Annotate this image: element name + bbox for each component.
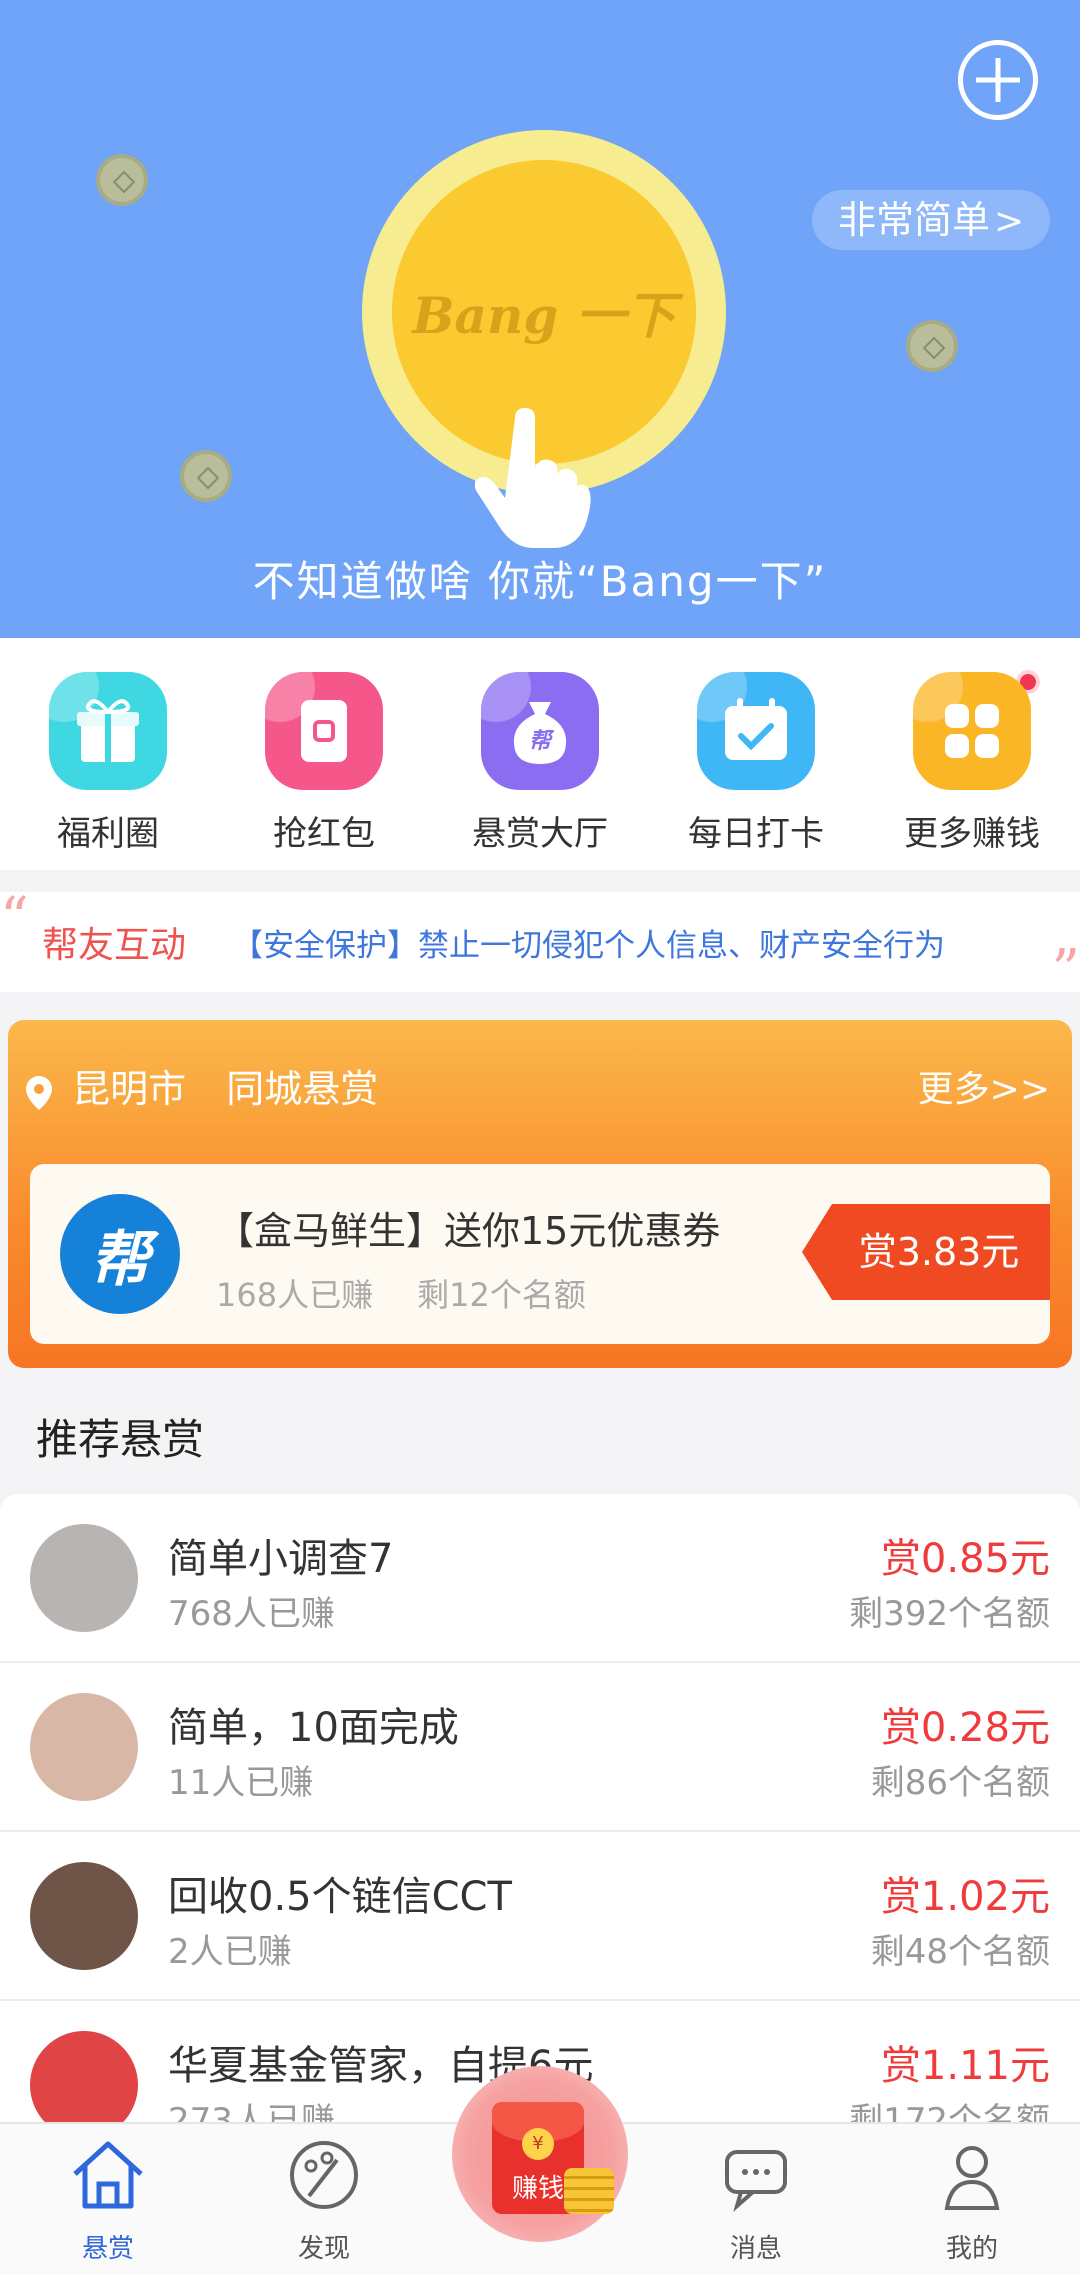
location-pin-icon — [26, 1075, 52, 1110]
quick-action-more-earning[interactable]: 更多赚钱 — [864, 670, 1080, 855]
list-item-title: 回收0.5个链信CCT — [168, 1874, 512, 1920]
local-reward-section: 昆明市 同城悬赏 更多>> 帮 【盒马鲜生】送你15元优惠券 168人已赚 剩12… — [8, 1020, 1072, 1368]
tab-label: 我的 — [945, 2234, 998, 2264]
quick-action-label: 悬赏大厅 — [472, 814, 608, 854]
red-packet-icon — [265, 672, 383, 790]
notice-title: 帮友互动 — [42, 925, 187, 966]
quick-action-red-packet[interactable]: 抢红包 — [216, 672, 432, 855]
local-card-remaining: 剩12个名额 — [417, 1276, 586, 1314]
local-card-title: 【盒马鲜生】送你15元优惠券 — [216, 1209, 721, 1253]
pointing-hand-icon — [475, 408, 591, 548]
coin-icon — [906, 320, 958, 372]
hero-banner[interactable]: 非常简单 > Bang 一下 不知道做啥 你就“Bang一下” — [0, 0, 1080, 638]
list-item-reward: 赏1.11元 — [880, 2043, 1050, 2089]
local-more-link[interactable]: 更多>> — [918, 1060, 1050, 1112]
list-item-earned: 11人已赚 — [168, 1763, 314, 1803]
list-item-remaining: 剩392个名额 — [849, 1594, 1050, 1634]
recommend-title: 推荐悬赏 — [36, 1415, 205, 1464]
tab-label: 消息 — [729, 2234, 782, 2264]
add-button[interactable] — [958, 40, 1038, 120]
quick-action-label: 抢红包 — [273, 814, 375, 854]
list-item-reward: 赏0.85元 — [880, 1536, 1050, 1582]
avatar — [30, 1524, 138, 1632]
avatar — [30, 1693, 138, 1801]
local-reward-card[interactable]: 帮 【盒马鲜生】送你15元优惠券 168人已赚 剩12个名额 赏3.83元 — [30, 1164, 1050, 1344]
quick-action-label: 更多赚钱 — [904, 814, 1040, 854]
list-item[interactable]: 简单，10面完成 11人已赚 赏0.28元 剩86个名额 — [0, 1663, 1080, 1832]
simple-guide-pill[interactable]: 非常简单 > — [812, 190, 1051, 250]
list-item-reward: 赏0.28元 — [880, 1705, 1050, 1751]
local-card-stats: 168人已赚 剩12个名额 — [216, 1270, 586, 1316]
quick-actions: 福利圈 抢红包 帮 悬赏大厅 每日打卡 更多赚钱 — [0, 638, 1080, 870]
local-section-title: 同城悬赏 — [226, 1067, 379, 1111]
list-item-remaining: 剩48个名额 — [870, 1932, 1050, 1972]
tab-me[interactable]: 我的 — [892, 2130, 1052, 2265]
notice-bar[interactable]: “ 帮友互动 【安全保护】禁止一切侵犯个人信息、财产安全行为 ” — [0, 886, 1080, 1003]
home-icon — [63, 2130, 153, 2220]
list-item-title: 简单小调查7 — [168, 1536, 394, 1582]
tab-label: 发现 — [297, 2234, 350, 2264]
hero-caption: 不知道做啥 你就“Bang一下” — [252, 557, 828, 606]
quote-open-icon: “ — [0, 886, 29, 951]
list-item-title: 简单，10面完成 — [168, 1705, 459, 1751]
list-item-earned: 2人已赚 — [168, 1932, 292, 1972]
quote-close-icon: ” — [1051, 938, 1080, 1003]
tab-discover[interactable]: 发现 — [244, 2130, 404, 2265]
money-bag-icon: 帮 — [481, 672, 599, 790]
coin-icon — [180, 450, 232, 502]
notice-text: 【安全保护】禁止一切侵犯个人信息、财产安全行为 — [232, 928, 945, 964]
quick-action-daily-checkin[interactable]: 每日打卡 — [648, 672, 864, 855]
tab-messages[interactable]: 消息 — [676, 2130, 836, 2265]
local-card-earned: 168人已赚 — [216, 1276, 374, 1314]
local-card-reward-badge: 赏3.83元 — [802, 1204, 1050, 1300]
list-item-earned: 768人已赚 — [168, 1594, 335, 1634]
avatar — [30, 1862, 138, 1970]
coin-icon — [96, 154, 148, 206]
gift-icon — [49, 672, 167, 790]
tab-label: 悬赏 — [81, 2234, 134, 2264]
simple-guide-label: 非常简单 — [838, 198, 991, 242]
palette-icon — [279, 2130, 369, 2220]
yuan-coin-icon: ¥ — [522, 2128, 554, 2160]
coin-text: Bang 一下 — [412, 286, 676, 345]
user-icon — [927, 2130, 1017, 2220]
local-header: 昆明市 同城悬赏 — [26, 1058, 378, 1113]
earn-money-button[interactable]: ¥ 赚钱 — [452, 2066, 628, 2242]
coin-stack-icon — [564, 2168, 614, 2214]
tab-reward[interactable]: 悬赏 — [28, 2130, 188, 2265]
quick-action-label: 每日打卡 — [688, 814, 824, 854]
chevron-right-icon: > — [994, 201, 1025, 242]
list-item-reward: 赏1.02元 — [880, 1874, 1050, 1920]
city-label[interactable]: 昆明市 — [72, 1067, 186, 1111]
list-item[interactable]: 回收0.5个链信CCT 2人已赚 赏1.02元 剩48个名额 — [0, 1832, 1080, 2001]
quick-action-reward-hall[interactable]: 帮 悬赏大厅 — [432, 672, 648, 855]
bang-logo: 帮 — [60, 1194, 180, 1314]
list-item[interactable]: 简单小调查7 768人已赚 赏0.85元 剩392个名额 — [0, 1494, 1080, 1663]
list-item-remaining: 剩86个名额 — [870, 1763, 1050, 1803]
quick-action-welfare[interactable]: 福利圈 — [0, 672, 216, 855]
grid-icon — [913, 672, 1031, 790]
quick-action-label: 福利圈 — [57, 814, 159, 854]
calendar-check-icon — [697, 672, 815, 790]
chat-icon — [711, 2130, 801, 2220]
